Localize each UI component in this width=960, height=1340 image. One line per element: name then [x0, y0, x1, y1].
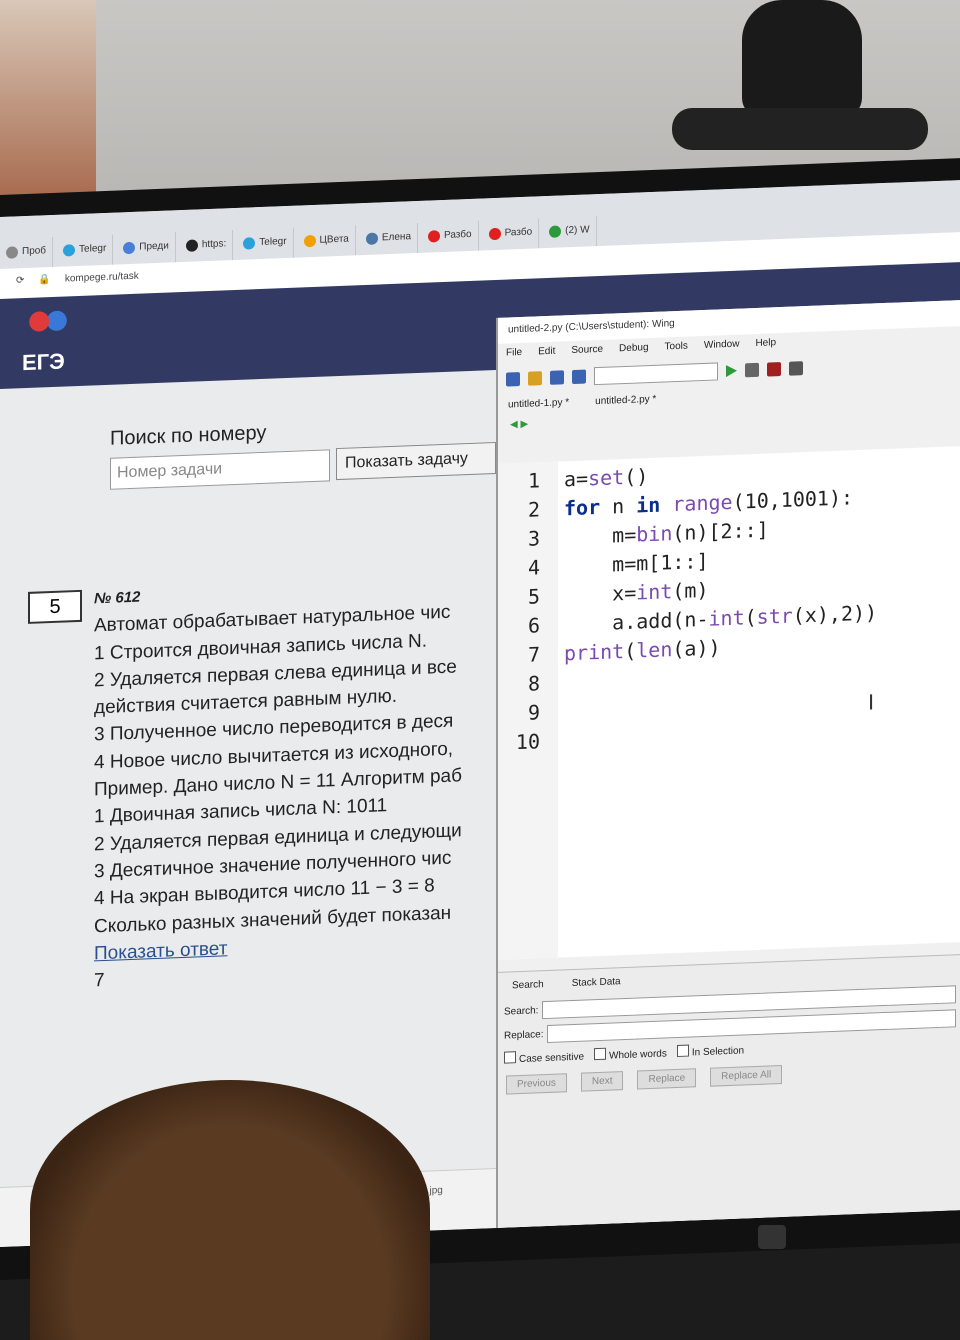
previous-button[interactable]: Previous [506, 1073, 567, 1095]
url-text: kompege.ru/task [64, 270, 139, 285]
code-editor[interactable]: 1 2 3 4 5 6 7 8 9 10 a=set() for n in ran… [498, 446, 960, 960]
ege-logo[interactable]: ЕГЭ [22, 304, 74, 376]
replace-label: Replace: [504, 1028, 544, 1042]
room-window [0, 0, 96, 200]
replace-button[interactable]: Replace [637, 1068, 697, 1090]
line-number: 1 [527, 468, 540, 493]
browser-tab[interactable]: ЦВета [297, 225, 356, 258]
debug-icon[interactable] [767, 361, 781, 377]
logo-text: ЕГЭ [22, 348, 65, 376]
browser-tab[interactable]: Преди [117, 232, 176, 265]
file-tab[interactable]: untitled-2.py * [595, 394, 656, 410]
line-number: 9 [527, 700, 540, 725]
save-icon[interactable] [550, 370, 564, 385]
save-all-icon[interactable] [572, 369, 586, 385]
tab-stack-data[interactable]: Stack Data [572, 976, 621, 989]
browser-tab[interactable]: Елена [359, 222, 419, 256]
code-text[interactable]: a=set() for n in range(10,1001): m=bin(n)… [558, 446, 960, 958]
new-file-icon[interactable] [506, 372, 520, 387]
in-selection-checkbox[interactable]: In Selection [677, 1042, 744, 1059]
ege-logo-icon [26, 304, 70, 347]
browser-tab[interactable]: Telegr [57, 234, 114, 267]
case-sensitive-checkbox[interactable]: Case sensitive [504, 1049, 584, 1066]
whole-words-checkbox[interactable]: Whole words [594, 1045, 667, 1062]
run-icon[interactable] [726, 364, 737, 378]
file-tab[interactable]: untitled-1.py * [508, 397, 569, 413]
line-number: 3 [527, 526, 540, 551]
step-icon[interactable] [745, 362, 759, 378]
task-text: № 612 Автомат обрабатывает натуральное ч… [94, 570, 498, 995]
line-number: 2 [527, 497, 540, 522]
menu-window[interactable]: Window [704, 339, 740, 354]
browser-tab[interactable]: (2) W [543, 216, 597, 249]
text-cursor-icon: I [868, 689, 875, 715]
line-number: 7 [527, 642, 540, 667]
menu-edit[interactable]: Edit [538, 346, 555, 361]
replace-all-button[interactable]: Replace All [710, 1064, 783, 1087]
taskbar [380, 1225, 786, 1249]
search-label: Search: [504, 1004, 539, 1018]
line-number: 5 [527, 584, 540, 609]
task-number-input[interactable]: Номер задачи [110, 449, 330, 490]
toolbar-search-input[interactable] [594, 362, 718, 386]
next-button[interactable]: Next [580, 1071, 624, 1092]
browser-tab[interactable]: Telegr [237, 227, 294, 260]
browser-tab[interactable]: Разбо [422, 220, 479, 253]
show-task-button[interactable]: Показать задачу [336, 441, 496, 481]
search-title: Поиск по номеру [110, 421, 267, 450]
lock-icon: 🔒 [38, 274, 51, 286]
menu-debug[interactable]: Debug [619, 342, 648, 357]
browser-tab[interactable]: Разбо [482, 218, 540, 251]
menu-tools[interactable]: Tools [665, 341, 688, 356]
task-number-box: 5 [28, 589, 82, 624]
stop-icon[interactable] [789, 361, 803, 376]
line-number: 8 [527, 671, 540, 696]
line-number: 10 [515, 729, 540, 755]
wing-ide-window: untitled-2.py (C:\Users\student): Wing F… [496, 300, 960, 1228]
line-gutter: 1 2 3 4 5 6 7 8 9 10 [498, 461, 558, 960]
menu-source[interactable]: Source [571, 344, 603, 359]
line-number: 6 [527, 613, 540, 638]
person-head [30, 1080, 430, 1340]
open-folder-icon[interactable] [528, 371, 542, 386]
menu-help[interactable]: Help [755, 337, 776, 352]
screen: Проб Telegr Преди https: Telegr ЦВета Ел… [0, 180, 960, 1248]
line-number: 4 [527, 555, 540, 580]
webcam [672, 0, 928, 150]
menu-file[interactable]: File [506, 347, 522, 362]
search-panel: Search Stack Data Search: Replace: Case … [498, 954, 960, 1228]
browser-tab[interactable]: Проб [0, 236, 54, 269]
tray-arrow-icon[interactable] [758, 1225, 786, 1249]
reload-icon[interactable]: ⟳ [16, 275, 24, 291]
browser-tab[interactable]: https: [179, 230, 234, 263]
tab-search[interactable]: Search [512, 979, 544, 991]
